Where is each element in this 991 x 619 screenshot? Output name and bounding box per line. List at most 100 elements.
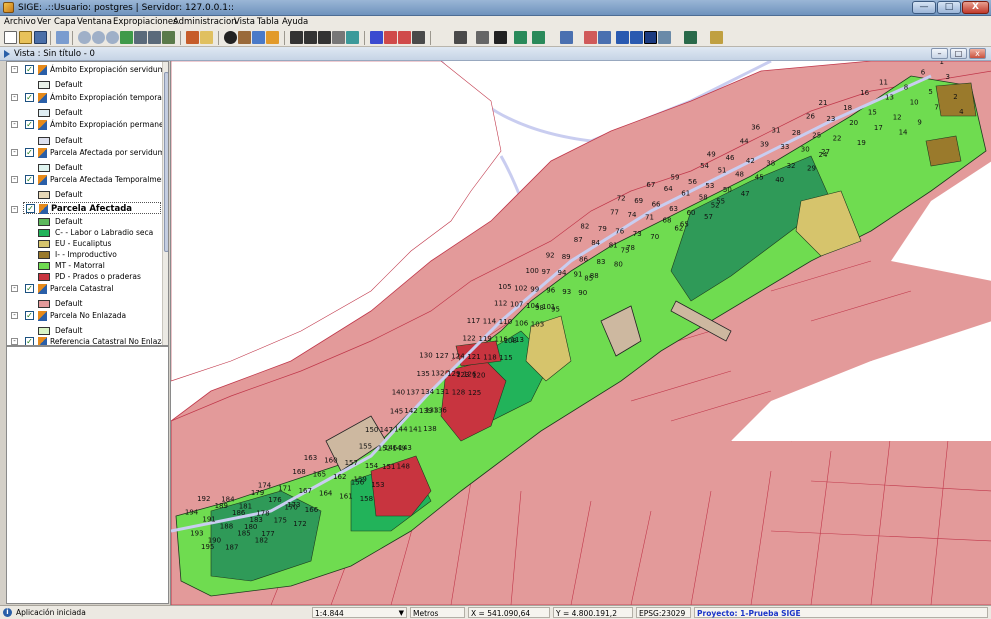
minimize-button[interactable]: — xyxy=(912,1,936,14)
select-polygon-icon[interactable] xyxy=(318,31,331,44)
zoom-window-icon[interactable] xyxy=(106,31,119,44)
layer-visible-checkbox[interactable]: ✓ xyxy=(25,120,34,129)
copy-icon[interactable] xyxy=(598,31,611,44)
collapse-icon[interactable]: - xyxy=(11,285,18,292)
parcel-number-label: 22 xyxy=(833,134,842,142)
close-button[interactable]: X xyxy=(962,1,989,14)
search-parcel-icon[interactable] xyxy=(630,31,643,44)
scrollbar-thumb[interactable] xyxy=(164,72,168,252)
globe-icon[interactable] xyxy=(684,31,697,44)
parcel-number-label: 114 xyxy=(483,318,497,326)
refresh-icon[interactable] xyxy=(186,31,199,44)
maximize-button[interactable]: □ xyxy=(937,1,961,14)
menu-tabla[interactable]: Tabla xyxy=(257,16,279,29)
parcel-number-label: 155 xyxy=(359,443,372,451)
attribute-table-icon[interactable] xyxy=(384,31,397,44)
collapse-icon[interactable]: - xyxy=(11,176,18,183)
grid-icon[interactable] xyxy=(454,31,467,44)
parcel-number-label: 139 xyxy=(419,407,432,415)
layer-visible-checkbox[interactable]: ✓ xyxy=(25,65,34,74)
map-canvas[interactable]: 1 2 3 4 5 6 7 8 9 10 11 12 13 14 15 16 17 18 19 20 21 22 23 24 2… xyxy=(170,61,991,605)
parcel-number-label: 168 xyxy=(292,468,305,476)
app-icon xyxy=(3,2,14,13)
locate-icon[interactable] xyxy=(616,31,629,44)
view-minimize-button[interactable]: – xyxy=(931,48,948,59)
layer-visible-checkbox[interactable]: ✓ xyxy=(26,204,35,213)
find-icon[interactable] xyxy=(412,31,425,44)
select-rectangle-icon[interactable] xyxy=(304,31,317,44)
collapse-icon[interactable]: - xyxy=(11,149,18,156)
layer-visible-checkbox[interactable]: ✓ xyxy=(25,311,34,320)
parcel-number-label: 188 xyxy=(220,523,233,531)
open-folder-icon[interactable] xyxy=(19,31,32,44)
scale-value: 4.844 xyxy=(322,609,344,618)
hyperlink-icon[interactable] xyxy=(266,31,279,44)
symbol-swatch xyxy=(38,273,50,281)
menu-ayuda[interactable]: Ayuda xyxy=(282,16,308,29)
collapse-icon[interactable]: - xyxy=(11,94,18,101)
zoom-all-icon[interactable] xyxy=(120,31,133,44)
parcel-number-label: 69 xyxy=(634,197,643,205)
zoom-out-icon[interactable] xyxy=(92,31,105,44)
tools-icon[interactable] xyxy=(494,31,507,44)
measure-area-icon[interactable] xyxy=(252,31,265,44)
parcel-number-label: 159 xyxy=(354,476,367,484)
report-icon[interactable] xyxy=(584,31,597,44)
menu-expropiaciones[interactable]: Expropiaciones xyxy=(113,16,178,29)
legend-layer-row-selected[interactable]: ✓ Parcela Afectada xyxy=(23,202,161,214)
zoom-in-icon[interactable] xyxy=(78,31,91,44)
menu-archivo[interactable]: Archivo xyxy=(4,16,36,29)
layer-manager-icon[interactable] xyxy=(644,31,657,44)
menu-ver[interactable]: Ver xyxy=(37,16,51,29)
zoom-extent-icon[interactable] xyxy=(148,31,161,44)
select-by-layer-icon[interactable] xyxy=(332,31,345,44)
chevron-down-icon[interactable]: ▼ xyxy=(399,608,404,619)
edit-icon[interactable] xyxy=(658,31,671,44)
view-close-button[interactable]: x xyxy=(969,48,986,59)
collapse-icon[interactable]: - xyxy=(11,121,18,128)
view-maximize-button[interactable]: □ xyxy=(950,48,967,59)
parcel-number-label: 50 xyxy=(723,186,732,194)
layer-visible-checkbox[interactable]: ✓ xyxy=(25,175,34,184)
notes-icon[interactable] xyxy=(710,31,723,44)
collapse-icon[interactable]: - xyxy=(11,312,18,319)
symbol-swatch xyxy=(38,109,50,117)
layer-visible-checkbox[interactable]: ✓ xyxy=(25,284,34,293)
menu-capa[interactable]: Capa xyxy=(54,16,76,29)
parcel-number-label: 137 xyxy=(406,388,419,396)
new-icon[interactable] xyxy=(4,31,17,44)
save-icon[interactable] xyxy=(34,31,47,44)
legend-vertical-scrollbar[interactable] xyxy=(162,62,168,345)
clear-selection-icon[interactable] xyxy=(398,31,411,44)
calculator-icon[interactable] xyxy=(476,31,489,44)
layer-visible-checkbox[interactable]: ✓ xyxy=(25,93,34,102)
scale-field[interactable]: 1:4.844 ▼ xyxy=(312,607,407,618)
layer-type-icon xyxy=(38,175,47,185)
collapse-icon[interactable]: - xyxy=(11,338,18,345)
title-bar: SIGE: .::Usuario: postgres | Servidor: 1… xyxy=(0,0,991,16)
invert-selection-icon[interactable] xyxy=(346,31,359,44)
menu-ventana[interactable]: Ventana xyxy=(77,16,112,29)
info-icon[interactable] xyxy=(224,31,237,44)
layers-icon[interactable] xyxy=(56,31,69,44)
import-icon[interactable] xyxy=(532,31,545,44)
zoom-select-icon[interactable] xyxy=(134,31,147,44)
parcel-number-label: 151 xyxy=(382,463,395,471)
symbol-swatch xyxy=(38,327,50,335)
parcel-number-label: 142 xyxy=(404,407,417,415)
map-svg[interactable]: 1234567891011121314151617181920212223242… xyxy=(171,61,991,605)
layer-visible-checkbox[interactable]: ✓ xyxy=(25,148,34,157)
export-icon[interactable] xyxy=(514,31,527,44)
print-icon[interactable] xyxy=(560,31,573,44)
menu-administracion[interactable]: Administracion xyxy=(173,16,237,29)
collapse-icon[interactable]: - xyxy=(11,206,18,213)
select-pointer-icon[interactable] xyxy=(290,31,303,44)
measure-distance-icon[interactable] xyxy=(238,31,251,44)
parcel-number-label: 42 xyxy=(746,157,755,165)
pan-hand-icon[interactable] xyxy=(200,31,213,44)
zoom-previous-icon[interactable] xyxy=(162,31,175,44)
menu-vista[interactable]: Vista xyxy=(234,16,255,29)
filter-icon[interactable] xyxy=(370,31,383,44)
parcel-number-label: 193 xyxy=(190,529,203,537)
collapse-icon[interactable]: - xyxy=(11,66,18,73)
